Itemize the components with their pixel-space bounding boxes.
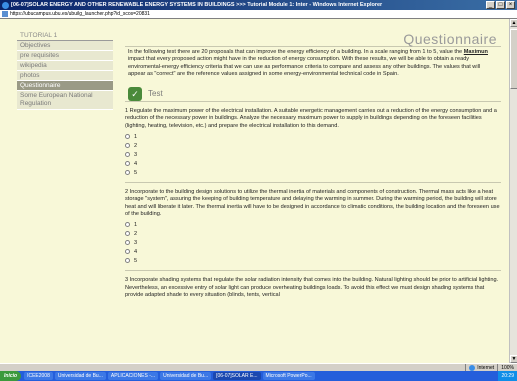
check-icon: ✓ [128,86,142,101]
sidebar-title: TUTORIAL 1 [17,31,113,41]
sidebar: TUTORIAL 1 Objectives pre requisites wik… [17,31,113,110]
sidebar-item-wikipedia[interactable]: wikipedia [17,61,113,71]
status-bar: Internet 100% [0,363,517,372]
question-2-option[interactable]: 1 [125,220,501,229]
radio-button[interactable] [125,143,130,149]
taskbar-item[interactable]: Microsoft PowerPo... [262,372,315,380]
question-1-option[interactable]: 5 [125,168,501,177]
sidebar-item-prerequisites[interactable]: pre requisites [17,51,113,61]
taskbar: Inicio ICEE2008 Universidad de Bu... APL… [0,371,517,381]
radio-button[interactable] [125,258,130,264]
url-text[interactable]: https://ubucampus.ubu.es/ubuilg_launcher… [10,10,150,18]
divider [125,270,501,272]
taskbar-item[interactable]: APLICACIONES -... [107,372,159,380]
question-1-option[interactable]: 1 [125,132,501,141]
radio-button[interactable] [125,222,130,228]
question-1-options: 1 2 3 4 5 [125,132,501,177]
sidebar-item-photos[interactable]: photos [17,71,113,81]
sidebar-item-questionnaire[interactable]: Questionnaire [17,81,113,91]
divider [125,182,501,184]
page-viewport: TUTORIAL 1 Objectives pre requisites wik… [0,19,509,363]
radio-button[interactable] [125,249,130,255]
ie-icon [2,1,9,9]
radio-button[interactable] [125,161,130,167]
minimize-button[interactable]: _ [486,1,495,9]
question-1-option[interactable]: 4 [125,159,501,168]
intro-text: In the following test there are 20 propo… [128,49,488,77]
window-title: [06-07]SOLAR ENERGY AND OTHER RENEWABLE … [11,2,383,8]
question-2-text: 2 Incorporate to the building design sol… [125,189,500,217]
scroll-down-icon[interactable]: ▼ [510,355,517,363]
scroll-thumb[interactable] [510,29,517,89]
question-1-option[interactable]: 3 [125,150,501,159]
taskbar-item[interactable]: Universidad de Bu... [54,372,106,380]
question-2-option[interactable]: 5 [125,256,501,265]
question-2-options: 1 2 3 4 5 [125,220,501,265]
question-1-option[interactable]: 2 [125,141,501,150]
question-1-text: 1 Regulate the maximum power of the elec… [125,108,497,129]
question-2-option[interactable]: 2 [125,229,501,238]
radio-button[interactable] [125,134,130,140]
start-button[interactable]: Inicio [0,371,22,381]
taskbar-item[interactable]: Universidad de Bu... [160,372,212,380]
maximun-keyword: Maximun [463,49,488,55]
close-button[interactable]: × [506,1,515,9]
radio-button[interactable] [125,152,130,158]
address-bar[interactable]: https://ubucampus.ubu.es/ubuilg_launcher… [0,10,517,19]
test-label: Test [148,89,163,99]
radio-button[interactable] [125,240,130,246]
main-content: Questionnaire In the following test ther… [125,31,501,299]
scroll-up-icon[interactable]: ▲ [510,19,517,27]
page-icon [2,11,8,17]
window-titlebar[interactable]: [06-07]SOLAR ENERGY AND OTHER RENEWABLE … [0,0,517,10]
radio-button[interactable] [125,231,130,237]
question-2-option[interactable]: 3 [125,238,501,247]
test-header: ✓ Test [125,86,501,103]
maximize-button[interactable]: □ [496,1,505,9]
radio-button[interactable] [125,170,130,176]
taskbar-item-active[interactable]: [06-07]SOLAR E... [213,372,261,380]
sidebar-item-objectives[interactable]: Objectives [17,41,113,51]
vertical-scrollbar[interactable]: ▲ ▼ [509,19,517,363]
taskbar-item[interactable]: ICEE2008 [24,372,53,380]
question-3-text: 3 Incorporate shading systems that regul… [125,277,499,298]
system-clock: 20:29 [498,371,517,381]
globe-icon [469,364,476,371]
sidebar-item-regulation[interactable]: Some European National Regulation [17,91,113,110]
question-2-option[interactable]: 4 [125,247,501,256]
page-title: Questionnaire [125,31,501,47]
